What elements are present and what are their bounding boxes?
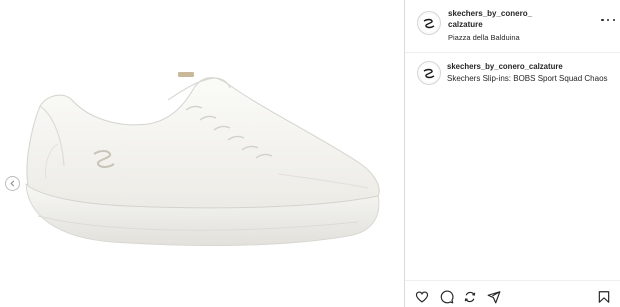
caption-text: Skechers Slip-ins: BOBS Sport Squad Chao…	[447, 74, 608, 83]
post-location[interactable]: Piazza della Balduina	[448, 33, 520, 42]
caption-username[interactable]: skechers_by_conero_calzature	[447, 62, 563, 71]
more-options-icon[interactable]	[601, 15, 615, 25]
repost-button[interactable]	[463, 290, 477, 304]
send-icon	[487, 291, 501, 304]
more-dot	[612, 18, 615, 22]
bookmark-icon	[598, 291, 610, 303]
account-avatar[interactable]	[417, 11, 441, 35]
share-button[interactable]	[487, 290, 501, 304]
post-media[interactable]	[0, 0, 404, 307]
save-button[interactable]	[597, 290, 611, 304]
heart-icon	[415, 291, 429, 303]
account-username[interactable]: skechers_by_conero_ calzature	[448, 9, 568, 30]
more-dot	[601, 18, 604, 22]
skechers-logo-icon	[420, 64, 438, 82]
instagram-post: skechers_by_conero_ calzature Piazza del…	[0, 0, 620, 307]
like-button[interactable]	[415, 290, 429, 304]
post-actions-bar	[405, 280, 620, 307]
comment-button[interactable]	[440, 290, 454, 304]
chevron-left-icon	[10, 180, 15, 187]
comment-icon	[440, 290, 454, 304]
sneaker-image	[25, 72, 380, 247]
post-sidebar: skechers_by_conero_ calzature Piazza del…	[404, 0, 620, 307]
repost-icon	[464, 291, 476, 303]
skechers-logo-icon	[420, 14, 438, 32]
previous-image-button[interactable]	[5, 176, 20, 191]
caption-avatar[interactable]	[417, 61, 441, 85]
post-header: skechers_by_conero_ calzature Piazza del…	[405, 0, 620, 53]
more-dot	[606, 18, 610, 22]
